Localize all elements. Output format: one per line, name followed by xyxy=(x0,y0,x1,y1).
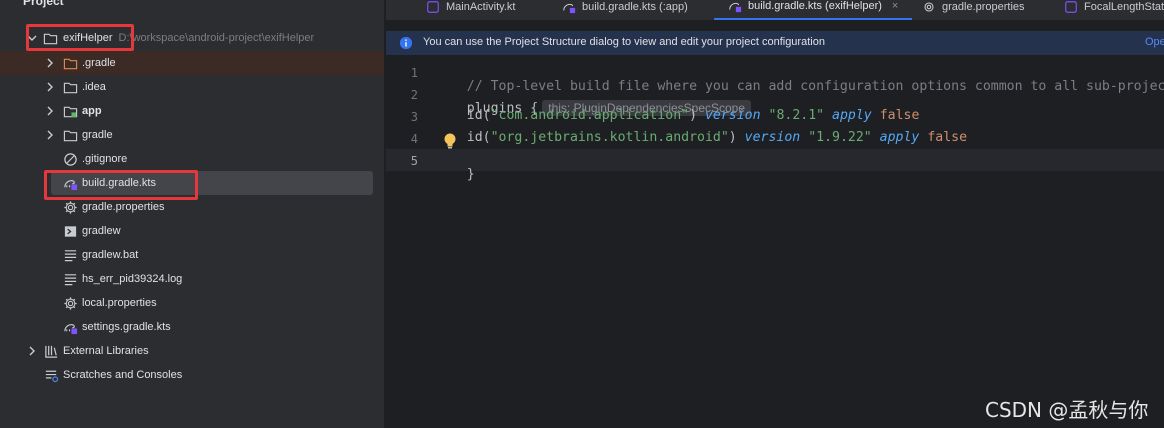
tree-item-app[interactable]: app xyxy=(0,99,384,123)
chevron-right-icon[interactable] xyxy=(44,57,56,69)
module-folder-icon xyxy=(63,106,78,118)
code-token: ) xyxy=(689,108,705,123)
code-line-4[interactable]: id("org.jetbrains.kotlin.android") versi… xyxy=(435,130,967,145)
code-string: "com.android.application" xyxy=(490,108,690,123)
code-keyword: apply xyxy=(879,130,920,145)
annotation-highlight-box xyxy=(26,24,134,51)
kotlin-file-icon xyxy=(1065,1,1077,13)
code-keyword: version xyxy=(744,130,801,145)
tree-item-external-libraries[interactable]: External Libraries xyxy=(0,339,384,363)
tab-gradle-properties[interactable]: gradle.properties xyxy=(922,0,1025,20)
tab-label: build.gradle.kts (:app) xyxy=(582,1,688,13)
banner-message: You can use the Project Structure dialog… xyxy=(423,36,825,48)
code-token: id( xyxy=(435,108,491,123)
tab-build-gradle-exifhelper[interactable]: build.gradle.kts (exifHelper) × xyxy=(714,0,913,20)
terminal-file-icon xyxy=(64,226,77,237)
gradle-kts-icon xyxy=(729,2,742,13)
line-number: 3 xyxy=(410,110,418,124)
tab-label: gradle.properties xyxy=(942,1,1025,13)
tree-item-label: hs_err_pid39324.log xyxy=(82,273,183,285)
code-keyword: false xyxy=(927,130,968,145)
tree-item-settings-gradle-kts[interactable]: settings.gradle.kts xyxy=(0,315,384,339)
current-line-highlight xyxy=(386,149,1164,171)
tree-item-label: .gradle xyxy=(82,57,116,69)
text-file-icon xyxy=(64,250,77,262)
tree-item-label: local.properties xyxy=(82,297,157,309)
settings-gear-icon xyxy=(924,2,934,12)
tree-item-label: .idea xyxy=(82,81,106,93)
tree-item-gradle[interactable]: gradle xyxy=(0,123,384,147)
project-tool-window: Project exifHelper D:\workspace\android-p… xyxy=(0,0,385,428)
code-string: "8.2.1" xyxy=(768,108,825,123)
scratches-icon xyxy=(45,370,59,383)
tab-label: build.gradle.kts (exifHelper) xyxy=(748,0,882,12)
code-keyword: false xyxy=(879,108,920,123)
tree-item-label: gradle xyxy=(82,129,113,141)
tree-item-label: gradlew xyxy=(82,225,121,237)
tab-mainactivity[interactable]: MainActivity.kt xyxy=(426,0,515,20)
chevron-right-icon[interactable] xyxy=(44,105,56,117)
code-string: "1.9.22" xyxy=(808,130,872,145)
tree-item-local-properties[interactable]: local.properties xyxy=(0,291,384,315)
library-icon xyxy=(45,345,58,358)
info-banner: You can use the Project Structure dialog… xyxy=(386,31,1164,55)
tree-item-label: app xyxy=(82,105,102,117)
tree-item-label: gradlew.bat xyxy=(82,249,139,261)
line-number: 4 xyxy=(410,132,418,146)
settings-gear-icon xyxy=(64,297,77,310)
code-token: ) xyxy=(728,130,745,145)
tab-label: FocalLengthStat xyxy=(1084,1,1164,13)
folder-icon xyxy=(63,82,78,94)
tree-item-hs-err-log[interactable]: hs_err_pid39324.log xyxy=(0,267,384,291)
chevron-right-icon[interactable] xyxy=(44,81,56,93)
tree-item-label: Scratches and Consoles xyxy=(63,369,183,381)
tree-item-gradlew[interactable]: gradlew xyxy=(0,219,384,243)
info-icon xyxy=(399,36,413,50)
open-project-structure-link[interactable]: Ope xyxy=(1145,36,1164,48)
code-string: "org.jetbrains.kotlin.android" xyxy=(490,130,729,145)
tab-build-gradle-app[interactable]: build.gradle.kts (:app) xyxy=(562,0,688,20)
tree-item-label: External Libraries xyxy=(63,345,149,357)
tree-item-label: gradle.properties xyxy=(82,201,165,213)
code-keyword: version xyxy=(704,108,761,123)
tree-item-scratches[interactable]: Scratches and Consoles xyxy=(0,363,384,387)
text-file-icon xyxy=(64,274,77,286)
line-number: 2 xyxy=(410,88,418,102)
code-editor[interactable]: 1 2 3 4 5 // Top-level build file where … xyxy=(386,60,1164,428)
folder-icon xyxy=(63,130,78,142)
watermark-text: CSDN @孟秋与你 xyxy=(985,398,1149,422)
gradle-kts-icon xyxy=(563,3,576,14)
tree-item-idea[interactable]: .idea xyxy=(0,75,384,99)
code-token: } xyxy=(466,167,475,182)
tab-focallengthstat[interactable]: FocalLengthStat xyxy=(1064,0,1164,20)
code-line-5[interactable]: } xyxy=(435,152,475,197)
chevron-right-icon[interactable] xyxy=(26,345,38,357)
kotlin-file-icon xyxy=(427,1,439,13)
folder-orange-icon xyxy=(63,58,78,70)
tree-item-gitignore[interactable]: .gitignore xyxy=(0,147,384,171)
root-project-path: D:\workspace\android-project\exifHelper xyxy=(118,32,315,44)
tree-item-label: .gitignore xyxy=(82,153,128,165)
code-line-3[interactable]: id("com.android.application") version "8… xyxy=(435,108,920,123)
project-panel-title[interactable]: Project xyxy=(23,0,64,8)
line-number-gutter: 1 2 3 4 5 xyxy=(386,60,433,428)
code-keyword: apply xyxy=(832,108,872,123)
tree-item-gradlew-bat[interactable]: gradlew.bat xyxy=(0,243,384,267)
tab-label: MainActivity.kt xyxy=(446,1,516,13)
close-icon[interactable]: × xyxy=(892,0,898,12)
chevron-right-icon[interactable] xyxy=(44,129,56,141)
editor-tab-bar: MainActivity.kt build.gradle.kts (:app) … xyxy=(386,0,1164,21)
annotation-highlight-box xyxy=(44,170,198,200)
line-number: 1 xyxy=(410,66,418,80)
ignore-file-icon xyxy=(64,153,77,166)
lightbulb-icon[interactable] xyxy=(443,132,457,150)
tree-item-dot-gradle[interactable]: .gradle xyxy=(0,51,384,75)
settings-gear-icon xyxy=(64,201,77,214)
gradle-kts-icon xyxy=(64,324,78,335)
line-number: 5 xyxy=(410,154,418,168)
tree-item-label: settings.gradle.kts xyxy=(82,321,171,333)
